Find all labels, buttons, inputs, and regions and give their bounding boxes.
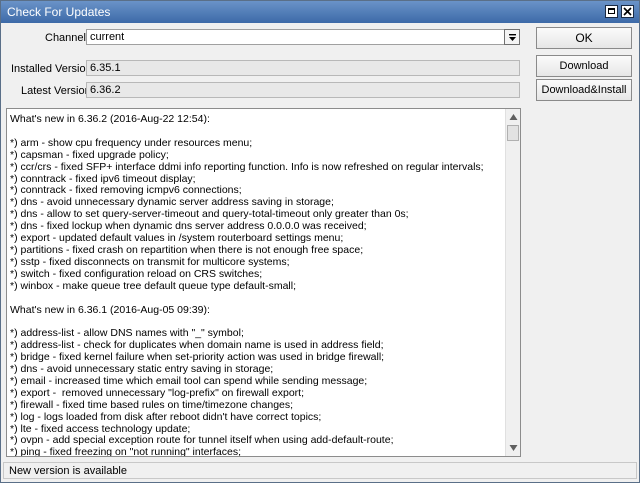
changelog-text: What's new in 6.36.2 (2016-Aug-22 12:54)… [10,113,484,457]
close-icon[interactable] [621,5,634,18]
maximize-icon[interactable] [605,5,618,18]
download-install-button[interactable]: Download&Install [536,79,632,101]
latest-version-field: 6.36.2 [86,82,520,98]
ok-button[interactable]: OK [536,27,632,49]
channel-dropdown-button[interactable] [504,29,520,45]
installed-version-field: 6.35.1 [86,60,520,76]
window-title: Check For Updates [7,5,111,19]
changelog-textarea[interactable]: What's new in 6.36.2 (2016-Aug-22 12:54)… [6,108,521,457]
status-text: New version is available [9,465,127,477]
title-bar[interactable]: Check For Updates [1,1,639,23]
scroll-thumb[interactable] [507,125,519,141]
status-bar: New version is available [3,462,637,479]
scroll-up-icon[interactable] [509,113,518,121]
download-button[interactable]: Download [536,55,632,77]
changelog-scrollbar[interactable] [505,109,520,456]
channel-label: Channel: [45,32,90,44]
installed-version-label: Installed Version: [11,63,95,75]
scroll-down-icon[interactable] [509,444,518,452]
check-for-updates-window: Check For Updates Channel: current Insta… [0,0,640,483]
latest-version-label: Latest Version: [21,85,94,97]
channel-select[interactable]: current [86,29,505,45]
chevron-down-icon [509,34,516,41]
